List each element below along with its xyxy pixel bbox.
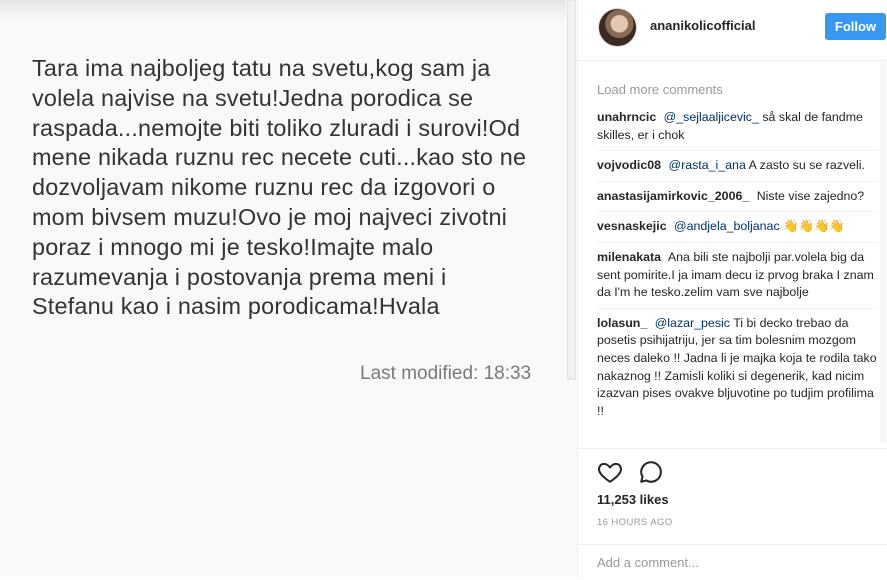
heart-outline-icon[interactable] (597, 459, 623, 485)
comments-scrollbar[interactable] (880, 62, 886, 442)
note-line: razumevanja i postovanja prema meni i (32, 263, 447, 290)
comment: milenakata Ana bili ste najbolji par.vol… (597, 249, 879, 309)
comment: anastasijamirkovic_2006_ Niste vise zaje… (597, 188, 879, 213)
comment-mention[interactable]: @rasta_i_ana (669, 158, 746, 172)
comment-mention[interactable]: @lazar_pesic (655, 316, 730, 330)
comment-username[interactable]: milenakata (597, 250, 661, 264)
username-link[interactable]: ananikolicofficial (650, 18, 755, 33)
comment-text: A zasto su se razveli. (745, 158, 865, 173)
post-image: Tara ima najboljeg tatu na svetu,kog sam… (0, 0, 577, 577)
comment: vojvodic08 @rasta_i_ana A zasto su se ra… (597, 157, 879, 182)
post-sidebar: ananikolicofficial Follow Load more comm… (578, 0, 887, 577)
image-top-shadow (0, 0, 577, 22)
note-line: raspada...nemojte biti toliko zluradi i … (32, 114, 521, 141)
comment: unahrncic @_sejlaaljicevic_ så skal de f… (597, 109, 879, 152)
comment-username[interactable]: unahrncic (597, 110, 656, 124)
comment-text: 👋👋👋👋 (779, 219, 845, 234)
note-text: Tara ima najboljeg tatu na svetu,kog sam… (32, 54, 552, 322)
post-header: ananikolicofficial Follow (578, 0, 887, 61)
note-line: volela najvise na svetu!Jedna porodica s… (32, 84, 474, 111)
follow-button[interactable]: Follow (825, 13, 886, 40)
comment-text: Niste vise zajedno? (756, 188, 865, 203)
comment: vesnaskejic @andjela_boljanac 👋👋👋👋 (597, 218, 879, 243)
comment-username[interactable]: anastasijamirkovic_2006_ (597, 189, 749, 203)
last-modified-label: Last modified: 18:33 (360, 363, 532, 384)
note-line: dozvoljavam nikome ruznu rec da izgovori… (32, 174, 496, 201)
note-line: mom bivsem muzu!Ovo je moj najveci zivot… (32, 203, 508, 230)
comment-mention[interactable]: @andjela_boljanac (674, 219, 780, 233)
comment-username[interactable]: lolasun_ (597, 316, 647, 330)
note-line: poraz i mnogo mi je tesko!Imajte malo (32, 233, 434, 260)
add-comment-input[interactable] (597, 555, 867, 570)
image-scrollbar-thumb (567, 0, 576, 380)
likes-count[interactable]: 11,253 likes (597, 492, 669, 507)
note-line: Stefanu kao i nasim porodicama!Hvala (32, 293, 440, 320)
add-comment-row (578, 544, 887, 580)
comment-username[interactable]: vesnaskejic (597, 219, 667, 233)
post-actions: 11,253 likes 16 HOURS AGO (578, 448, 887, 579)
speech-bubble-icon[interactable] (638, 459, 664, 485)
comment-username[interactable]: vojvodic08 (597, 158, 661, 172)
note-line: Tara ima najboljeg tatu na svetu,kog sam… (32, 55, 491, 81)
comment: lolasun_ @lazar_pesic Ti bi decko trebao… (597, 315, 879, 427)
comment-text: Ti bi decko trebao da posetis psihijatri… (597, 315, 877, 418)
post-timestamp[interactable]: 16 HOURS AGO (597, 517, 673, 528)
note-line: mene nikada ruznu rec necete cuti...kao … (32, 144, 527, 171)
comments-list: Load more comments unahrncic @_sejlaalji… (597, 82, 879, 432)
comment-mention[interactable]: @_sejlaaljicevic_ (664, 110, 759, 124)
avatar[interactable] (598, 8, 637, 47)
load-more-comments-link[interactable]: Load more comments (597, 82, 879, 97)
